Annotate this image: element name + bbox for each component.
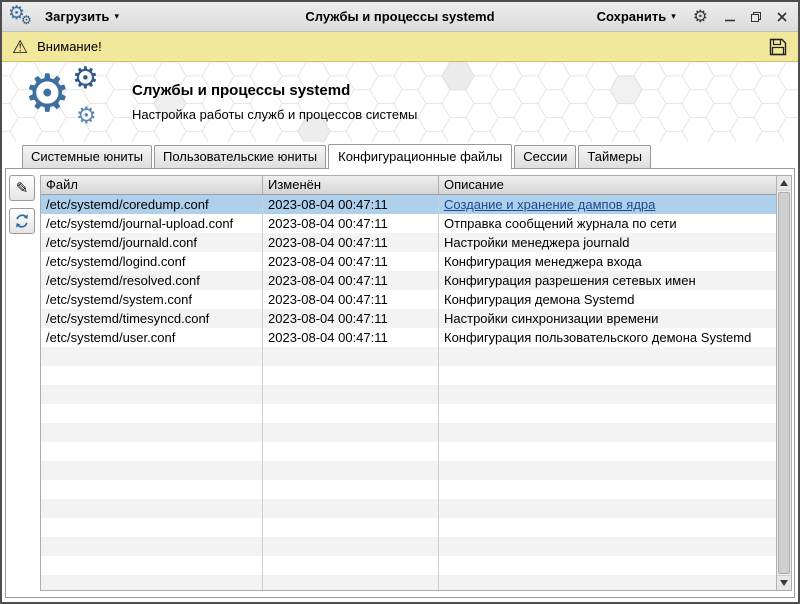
cell-description: Конфигурация менеджера входа	[439, 252, 776, 271]
arrow-down-icon	[780, 580, 788, 586]
cell-modified: 2023-08-04 00:47:11	[263, 309, 439, 328]
table-row[interactable]: /etc/systemd/coredump.conf 2023-08-04 00…	[41, 195, 776, 214]
load-menu-button[interactable]: Загрузить ▾	[38, 6, 126, 27]
tab-system-units[interactable]: Системные юниты	[22, 145, 152, 168]
cell-file: /etc/systemd/resolved.conf	[41, 271, 263, 290]
vertical-scrollbar[interactable]	[776, 176, 791, 590]
tabs-bar: Системные юниты Пользовательские юниты К…	[2, 142, 798, 168]
scroll-down-button[interactable]	[777, 575, 791, 590]
cell-modified: 2023-08-04 00:47:11	[263, 271, 439, 290]
table-body: /etc/systemd/coredump.conf 2023-08-04 00…	[41, 195, 776, 590]
cell-modified: 2023-08-04 00:47:11	[263, 328, 439, 347]
titlebar-left: ⚙ ⚙ Загрузить ▾	[8, 5, 126, 29]
cell-modified: 2023-08-04 00:47:11	[263, 233, 439, 252]
refresh-button[interactable]	[9, 208, 35, 234]
minimize-button[interactable]	[720, 7, 740, 27]
table-row[interactable]: /etc/systemd/journal-upload.conf 2023-08…	[41, 214, 776, 233]
app-window: ⚙ ⚙ Загрузить ▾ Службы и процессы system…	[0, 0, 800, 604]
cell-description: Конфигурация разрешения сетевых имен	[439, 271, 776, 290]
cell-description: Конфигурация демона Systemd	[439, 290, 776, 309]
cell-modified: 2023-08-04 00:47:11	[263, 252, 439, 271]
empty-rows-area	[41, 347, 776, 590]
side-toolbar: ✎	[9, 175, 35, 234]
save-menu-label: Сохранить	[597, 9, 667, 24]
close-button[interactable]	[772, 7, 792, 27]
content-panel: ✎ Файл Изменён Описание	[5, 168, 795, 598]
column-header-modified[interactable]: Изменён	[263, 176, 439, 194]
load-menu-label: Загрузить	[45, 9, 109, 24]
caret-down-icon: ▾	[671, 12, 676, 21]
caret-down-icon: ▾	[114, 12, 119, 21]
warning-bar: ⚠ Внимание!	[2, 32, 798, 62]
cell-file: /etc/systemd/logind.conf	[41, 252, 263, 271]
close-icon	[776, 11, 788, 23]
cell-file: /etc/systemd/system.conf	[41, 290, 263, 309]
page-subtitle: Настройка работы служб и процессов систе…	[132, 107, 417, 122]
banner-gears-icon: ⚙ ⚙ ⚙	[24, 68, 116, 136]
app-gears-icon: ⚙ ⚙	[8, 5, 34, 29]
banner: ⚙ ⚙ ⚙ Службы и процессы systemd Настройк…	[2, 62, 798, 142]
table-header: Файл Изменён Описание	[41, 176, 791, 195]
titlebar: ⚙ ⚙ Загрузить ▾ Службы и процессы system…	[2, 2, 798, 32]
minimize-icon	[724, 11, 736, 23]
tab-sessions[interactable]: Сессии	[514, 145, 576, 168]
arrow-up-icon	[780, 180, 788, 186]
pencil-icon: ✎	[16, 181, 29, 196]
edit-button[interactable]: ✎	[9, 175, 35, 201]
warning-text: Внимание!	[37, 39, 102, 54]
gear-icon-medium: ⚙	[72, 64, 99, 94]
table-row[interactable]: /etc/systemd/user.conf 2023-08-04 00:47:…	[41, 328, 776, 347]
scrollbar-thumb[interactable]	[778, 192, 790, 574]
scrollbar-track[interactable]	[777, 191, 791, 575]
cell-file: /etc/systemd/coredump.conf	[41, 195, 263, 214]
maximize-button[interactable]	[746, 7, 766, 27]
cell-description: Конфигурация пользовательского демона Sy…	[439, 328, 776, 347]
table-row[interactable]: /etc/systemd/system.conf 2023-08-04 00:4…	[41, 290, 776, 309]
gear-icon-small: ⚙	[21, 14, 32, 26]
cell-file: /etc/systemd/timesyncd.conf	[41, 309, 263, 328]
table-row[interactable]: /etc/systemd/timesyncd.conf 2023-08-04 0…	[41, 309, 776, 328]
grid-line	[262, 195, 263, 590]
gear-icon-large: ⚙	[24, 68, 71, 120]
cell-file: /etc/systemd/user.conf	[41, 328, 263, 347]
warning-icon: ⚠	[12, 38, 28, 56]
banner-text: Службы и процессы systemd Настройка рабо…	[132, 82, 417, 122]
column-header-file[interactable]: Файл	[41, 176, 263, 194]
column-header-description[interactable]: Описание	[439, 176, 776, 194]
cell-file: /etc/systemd/journald.conf	[41, 233, 263, 252]
cell-modified: 2023-08-04 00:47:11	[263, 290, 439, 309]
cell-file: /etc/systemd/journal-upload.conf	[41, 214, 263, 233]
description-link[interactable]: Создание и хранение дампов ядра	[439, 195, 776, 214]
tab-config-files[interactable]: Конфигурационные файлы	[328, 144, 512, 169]
save-file-button[interactable]	[768, 37, 788, 57]
page-title: Службы и процессы systemd	[132, 82, 417, 99]
config-files-table: Файл Изменён Описание /etc/systemd/cored…	[40, 175, 792, 591]
cell-modified: 2023-08-04 00:47:11	[263, 214, 439, 233]
cell-description: Настройки синхронизации времени	[439, 309, 776, 328]
table-row[interactable]: /etc/systemd/journald.conf 2023-08-04 00…	[41, 233, 776, 252]
scroll-up-button[interactable]	[777, 176, 791, 191]
floppy-icon	[768, 37, 788, 57]
maximize-icon	[750, 11, 762, 23]
table-row[interactable]: /etc/systemd/resolved.conf 2023-08-04 00…	[41, 271, 776, 290]
save-menu-button[interactable]: Сохранить ▾	[590, 6, 683, 27]
cell-description: Отправка сообщений журнала по сети	[439, 214, 776, 233]
table-row[interactable]: /etc/systemd/logind.conf 2023-08-04 00:4…	[41, 252, 776, 271]
gear-icon-small: ⚙	[76, 104, 97, 127]
cell-modified: 2023-08-04 00:47:11	[263, 195, 439, 214]
settings-gear-icon[interactable]: ⚙	[687, 8, 714, 25]
cell-description: Настройки менеджера journald	[439, 233, 776, 252]
refresh-icon	[14, 213, 30, 229]
tab-user-units[interactable]: Пользовательские юниты	[154, 145, 326, 168]
titlebar-right: Сохранить ▾ ⚙	[590, 6, 792, 27]
tab-timers[interactable]: Таймеры	[578, 145, 651, 168]
grid-line	[438, 195, 439, 590]
